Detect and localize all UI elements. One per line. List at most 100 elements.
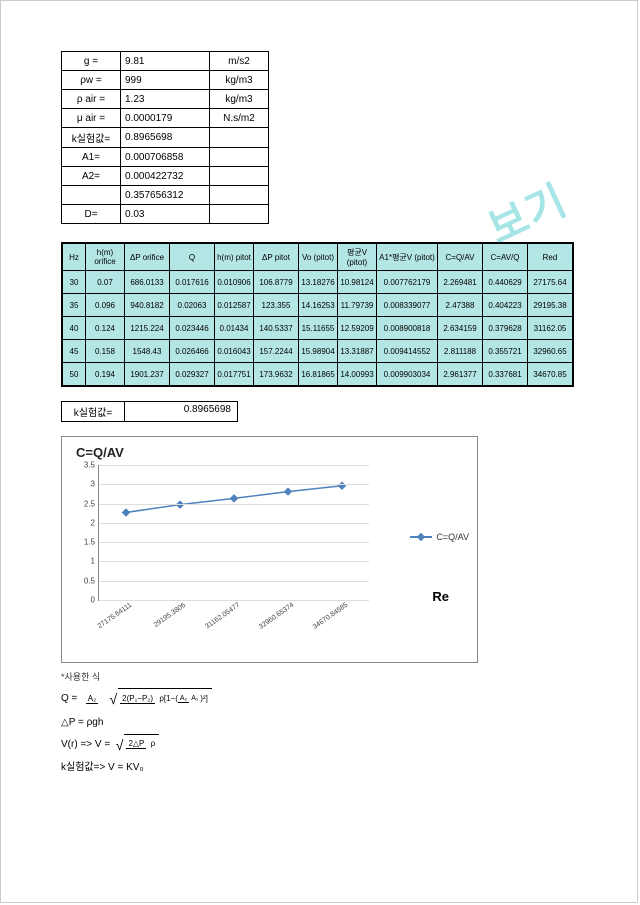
table-cell: 0.440629 xyxy=(483,271,528,294)
param-row: k실험값=0.8965698 xyxy=(62,128,269,148)
k-value: 0.8965698 xyxy=(125,401,238,422)
table-cell: 157.2244 xyxy=(254,340,299,363)
legend-swatch-icon xyxy=(410,536,432,538)
table-cell: 0.01434 xyxy=(215,317,254,340)
table-cell: 32960.65 xyxy=(528,340,574,363)
y-tick-label: 2.5 xyxy=(84,499,99,508)
table-cell: 50 xyxy=(62,363,86,387)
k-label: k실험값= xyxy=(61,401,125,422)
param-unit: kg/m3 xyxy=(210,71,269,90)
table-cell: 2.634159 xyxy=(438,317,483,340)
param-label: D= xyxy=(62,205,121,224)
table-cell: 0.07 xyxy=(86,271,125,294)
table-cell: 14.00993 xyxy=(338,363,377,387)
param-row: A1=0.000706858 xyxy=(62,148,269,167)
table-cell: 45 xyxy=(62,340,86,363)
table-cell: 35 xyxy=(62,294,86,317)
table-cell: 14.16253 xyxy=(299,294,338,317)
param-value: 999 xyxy=(121,71,210,90)
chart-point xyxy=(176,500,184,508)
data-header: h(m) pitot xyxy=(215,243,254,271)
table-cell: 0.008339077 xyxy=(377,294,438,317)
gridline xyxy=(99,542,369,543)
param-row: ρ air =1.23kg/m3 xyxy=(62,90,269,109)
chart-point xyxy=(284,487,292,495)
table-cell: 27175.64 xyxy=(528,271,574,294)
table-cell: 0.379628 xyxy=(483,317,528,340)
y-tick-label: 3.5 xyxy=(84,461,99,470)
table-cell: 2.961377 xyxy=(438,363,483,387)
data-header: Vo (pitot) xyxy=(299,243,338,271)
table-cell: 0.02063 xyxy=(170,294,215,317)
param-unit xyxy=(210,128,269,148)
x-tick-label: 34670.84585 xyxy=(312,602,350,631)
table-row: 350.096940.81820.020630.012587123.35514.… xyxy=(62,294,573,317)
equation-dp: △P = ρgh xyxy=(61,713,597,732)
data-header: ΔP pitot xyxy=(254,243,299,271)
param-value: 0.000422732 xyxy=(121,167,210,186)
table-cell: 123.355 xyxy=(254,294,299,317)
table-cell: 686.0133 xyxy=(125,271,170,294)
table-cell: 30 xyxy=(62,271,86,294)
param-label xyxy=(62,186,121,205)
param-row: D=0.03 xyxy=(62,205,269,224)
table-cell: 12.59209 xyxy=(338,317,377,340)
x-tick-label: 31162.05477 xyxy=(204,602,241,631)
param-value: 0.8965698 xyxy=(121,128,210,148)
table-cell: 0.355721 xyxy=(483,340,528,363)
param-unit xyxy=(210,186,269,205)
gridline xyxy=(99,465,369,466)
table-cell: 0.017751 xyxy=(215,363,254,387)
y-tick-label: 1 xyxy=(91,557,99,566)
table-cell: 0.337681 xyxy=(483,363,528,387)
table-cell: 106.8779 xyxy=(254,271,299,294)
x-tick-label: 32960.65374 xyxy=(258,602,296,631)
table-cell: 2.811188 xyxy=(438,340,483,363)
table-cell: 2.269481 xyxy=(438,271,483,294)
param-unit xyxy=(210,148,269,167)
table-cell: 1548.43 xyxy=(125,340,170,363)
x-tick-label: 29195.3806 xyxy=(153,602,187,629)
table-cell: 0.096 xyxy=(86,294,125,317)
table-cell: 0.023446 xyxy=(170,317,215,340)
equations-note: *사용한 식 xyxy=(61,669,597,686)
param-unit: N.s/m2 xyxy=(210,109,269,128)
k-experiment-box: k실험값= 0.8965698 xyxy=(61,401,597,422)
x-axis-label: Re xyxy=(432,589,449,604)
data-header: 평균V (pitot) xyxy=(338,243,377,271)
table-cell: 16.81865 xyxy=(299,363,338,387)
table-cell: 10.98124 xyxy=(338,271,377,294)
y-tick-label: 0.5 xyxy=(84,576,99,585)
y-tick-label: 1.5 xyxy=(84,538,99,547)
data-header: ΔP orifice xyxy=(125,243,170,271)
table-cell: 0.017616 xyxy=(170,271,215,294)
table-cell: 0.012587 xyxy=(215,294,254,317)
table-cell: 940.8182 xyxy=(125,294,170,317)
equation-vr: V(r) => V = √ 2△P ρ xyxy=(61,732,597,759)
chart-title: C=Q/AV xyxy=(76,445,124,460)
table-row: 300.07686.01330.0176160.010906106.877913… xyxy=(62,271,573,294)
table-cell: 0.404223 xyxy=(483,294,528,317)
table-cell: 0.009903034 xyxy=(377,363,438,387)
chart-point xyxy=(122,508,130,516)
table-cell: 140.5337 xyxy=(254,317,299,340)
equation-kexp: k실험값=> V = KV₀ xyxy=(61,758,597,777)
data-header: A1*평균V (pitot) xyxy=(377,243,438,271)
chart-point xyxy=(230,494,238,502)
chart-container: C=Q/AV 00.511.522.533.527175.6411129195.… xyxy=(61,436,478,663)
table-cell: 0.016043 xyxy=(215,340,254,363)
table-cell: 13.18276 xyxy=(299,271,338,294)
table-cell: 0.007762179 xyxy=(377,271,438,294)
param-label: A2= xyxy=(62,167,121,186)
parameters-table: g =9.81m/s2ρw =999kg/m3ρ air =1.23kg/m3μ… xyxy=(61,51,269,224)
table-cell: 0.194 xyxy=(86,363,125,387)
gridline xyxy=(99,523,369,524)
param-unit: kg/m3 xyxy=(210,90,269,109)
data-header: C=Q/AV xyxy=(438,243,483,271)
gridline xyxy=(99,561,369,562)
table-cell: 34670.85 xyxy=(528,363,574,387)
data-header: h(m) orifice xyxy=(86,243,125,271)
sqrt-icon: √ xyxy=(116,737,124,753)
param-unit xyxy=(210,205,269,224)
legend-label: C=Q/AV xyxy=(436,532,469,542)
